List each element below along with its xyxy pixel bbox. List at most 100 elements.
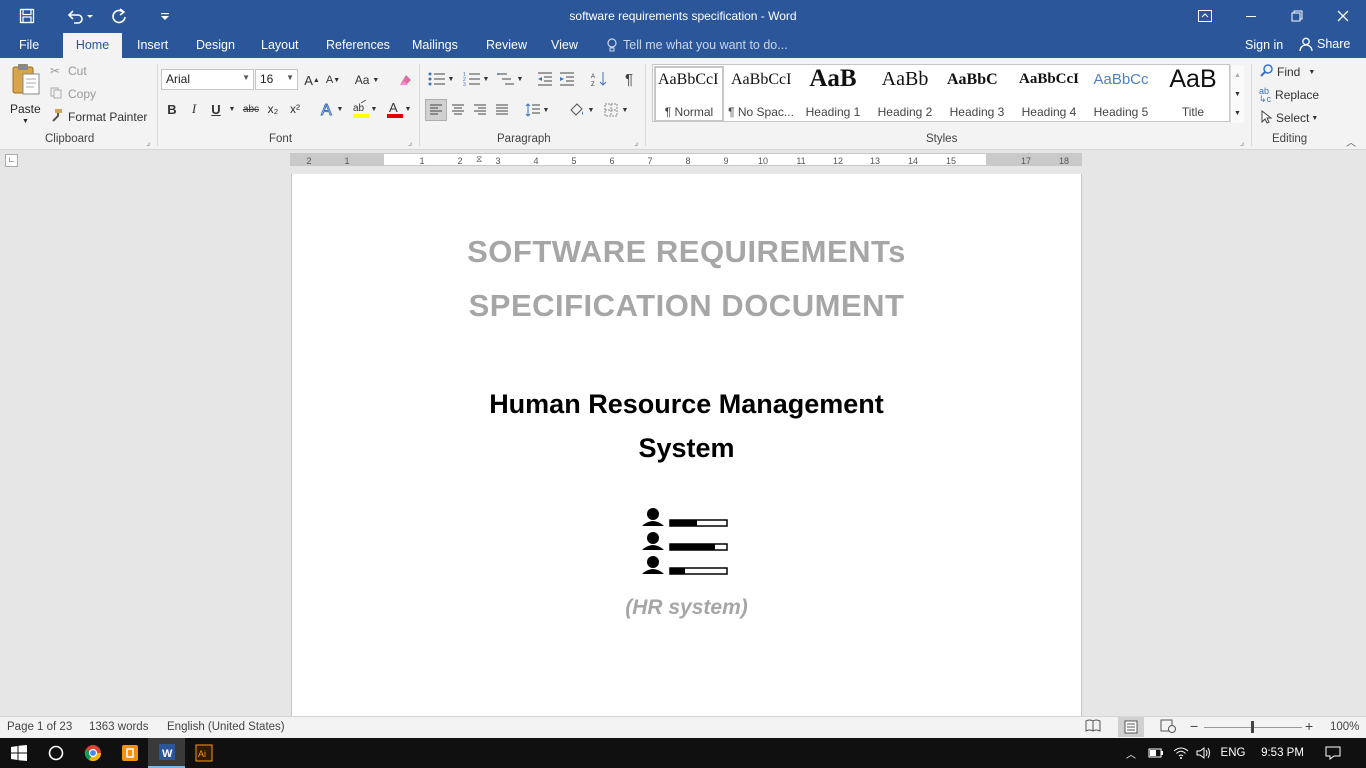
restore-icon[interactable]	[1274, 0, 1320, 32]
app-orange-icon[interactable]	[111, 738, 148, 768]
sort-icon[interactable]: AZ	[589, 69, 609, 89]
italic-button[interactable]: I	[185, 99, 203, 119]
close-icon[interactable]	[1320, 0, 1366, 32]
more-styles-icon[interactable]: ▼	[1231, 105, 1244, 121]
undo-icon[interactable]	[62, 2, 98, 30]
print-layout-icon[interactable]	[1118, 717, 1144, 737]
redo-icon[interactable]	[104, 2, 134, 30]
tab-review[interactable]: Review	[478, 32, 535, 58]
clear-formatting-icon[interactable]	[395, 70, 415, 90]
copy-button[interactable]: Copy	[50, 86, 96, 102]
decrease-indent-icon[interactable]	[535, 69, 555, 89]
clock[interactable]: 9:53 PM	[1255, 738, 1310, 768]
style-no-spacing[interactable]: AaBbCcI ¶ No Spac...	[725, 65, 797, 123]
justify-icon[interactable]	[491, 99, 513, 121]
change-case-button[interactable]: Aa ▼	[352, 70, 382, 90]
superscript-button[interactable]: x²	[285, 99, 305, 119]
style-heading-2[interactable]: AaBb Heading 2	[869, 65, 941, 123]
paste-button[interactable]: Paste ▼	[8, 62, 44, 128]
zoom-slider-thumb[interactable]	[1251, 721, 1254, 733]
tell-me-box[interactable]: Tell me what you want to do...	[606, 32, 788, 58]
style-title[interactable]: AaB Title	[1157, 65, 1229, 123]
underline-button[interactable]: U	[207, 99, 225, 119]
battery-icon[interactable]	[1145, 738, 1167, 768]
tab-design[interactable]: Design	[188, 32, 243, 58]
style-heading-5[interactable]: AaBbCc Heading 5	[1085, 65, 1157, 123]
format-painter-button[interactable]: Format Painter	[50, 109, 147, 125]
zoom-level[interactable]: 100%	[1330, 721, 1359, 733]
tab-mailings[interactable]: Mailings	[404, 32, 466, 58]
bold-button[interactable]: B	[163, 99, 181, 119]
save-icon[interactable]	[12, 2, 42, 30]
style-heading-3[interactable]: AaBbC Heading 3	[941, 65, 1013, 123]
font-color-icon[interactable]: A ▼	[382, 99, 414, 119]
style-heading-1[interactable]: AaB Heading 1	[797, 65, 869, 123]
word-count[interactable]: 1363 words	[89, 721, 148, 733]
collapse-ribbon-icon[interactable]: ︿	[1346, 134, 1356, 149]
sign-in-link[interactable]: Sign in	[1245, 38, 1283, 52]
tab-view[interactable]: View	[543, 32, 586, 58]
chevron-down-icon[interactable]: ▼	[1231, 86, 1244, 102]
bullets-icon[interactable]: ▼	[425, 69, 457, 89]
share-button[interactable]: Share	[1299, 37, 1350, 51]
cut-button[interactable]: ✂ Cut	[50, 63, 87, 79]
strikethrough-button[interactable]: abc	[241, 99, 261, 119]
zoom-in-icon[interactable]: +	[1305, 718, 1313, 734]
chevron-up-icon[interactable]: ▲	[1231, 67, 1244, 83]
show-formatting-marks-icon[interactable]: ¶	[619, 69, 639, 89]
borders-icon[interactable]: ▼	[600, 99, 632, 121]
style-normal[interactable]: AaBbCcI ¶ Normal	[653, 65, 725, 123]
document-page[interactable]: SOFTWARE REQUIREMENTs SPECIFICATION DOCU…	[291, 174, 1082, 716]
paragraph-launcher-icon[interactable]: ⌟	[634, 137, 638, 148]
notifications-icon[interactable]	[1322, 738, 1344, 768]
chevron-down-icon[interactable]: ▼	[226, 99, 238, 119]
indent-marker-icon[interactable]: ⧖	[476, 154, 482, 165]
language-indicator[interactable]: English (United States)	[167, 721, 285, 733]
wifi-icon[interactable]	[1170, 738, 1192, 768]
ribbon-display-options-icon[interactable]	[1182, 0, 1228, 32]
minimize-icon[interactable]	[1228, 0, 1274, 32]
font-launcher-icon[interactable]: ⌟	[408, 137, 412, 148]
cortana-icon[interactable]	[37, 738, 74, 768]
multilevel-list-icon[interactable]: ▼	[495, 69, 525, 89]
read-mode-icon[interactable]	[1085, 719, 1103, 735]
chrome-icon[interactable]	[74, 738, 111, 768]
subscript-button[interactable]: x₂	[263, 99, 283, 119]
styles-launcher-icon[interactable]: ⌟	[1240, 137, 1244, 148]
horizontal-ruler[interactable]: 2 1 1 2 3 4 5 6 7 8 9 10 11 12 13 14 15 17 18 ⧖	[290, 153, 1082, 166]
word-taskbar-icon[interactable]: W	[148, 738, 185, 768]
line-spacing-icon[interactable]: ▼	[522, 99, 552, 121]
tab-home[interactable]: Home	[63, 33, 122, 58]
font-name-box[interactable]: Arial ▼	[161, 69, 254, 90]
align-center-icon[interactable]	[447, 99, 469, 121]
replace-button[interactable]: ab ↳c Replace	[1259, 86, 1319, 104]
input-language[interactable]: ENG	[1218, 738, 1248, 768]
select-button[interactable]: Select ▼	[1261, 109, 1318, 127]
web-layout-icon[interactable]	[1160, 719, 1178, 735]
text-effects-icon[interactable]: A ▼	[316, 99, 346, 119]
tab-selector-icon[interactable]: ∟	[5, 154, 18, 167]
font-size-box[interactable]: 16 ▼	[255, 69, 298, 90]
zoom-out-icon[interactable]: −	[1190, 718, 1198, 734]
increase-indent-icon[interactable]	[557, 69, 577, 89]
tab-file[interactable]: File	[11, 32, 47, 58]
style-heading-4[interactable]: AaBbCcI Heading 4	[1013, 65, 1085, 123]
clipboard-launcher-icon[interactable]: ⌟	[146, 137, 150, 148]
shading-icon[interactable]: ▼	[565, 99, 597, 121]
tab-insert[interactable]: Insert	[129, 32, 176, 58]
chevron-up-icon[interactable]: ︿	[1120, 738, 1142, 768]
tab-references[interactable]: References	[318, 32, 398, 58]
highlight-color-icon[interactable]: ab ▼	[348, 99, 380, 119]
volume-icon[interactable]	[1193, 738, 1215, 768]
tab-layout[interactable]: Layout	[253, 32, 307, 58]
customize-icon[interactable]	[150, 2, 180, 30]
numbering-icon[interactable]: 1 2 3 ▼	[460, 69, 492, 89]
illustrator-icon[interactable]: Ai	[185, 738, 222, 768]
align-right-icon[interactable]	[469, 99, 491, 121]
shrink-font-icon[interactable]: A ▼	[323, 70, 343, 90]
windows-start-icon[interactable]	[0, 738, 37, 768]
page-count[interactable]: Page 1 of 23	[7, 721, 72, 733]
align-left-icon[interactable]	[425, 99, 447, 121]
grow-font-icon[interactable]: A ▲	[302, 70, 322, 90]
find-button[interactable]: Find ▼	[1260, 63, 1315, 81]
